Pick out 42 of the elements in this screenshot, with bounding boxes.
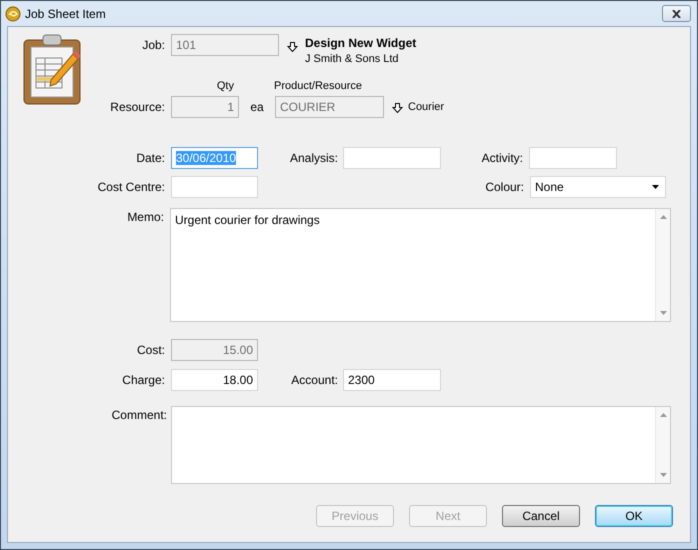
field-label: Cost: <box>136 342 165 359</box>
colour-dropdown[interactable]: None <box>530 176 666 198</box>
input-field[interactable]: 2300 <box>343 369 441 391</box>
app-icon <box>5 6 21 22</box>
job-title: Design New Widget <box>305 36 416 51</box>
field-label: Memo: <box>126 209 164 226</box>
text-area-value[interactable]: Urgent courier for drawings <box>175 213 320 227</box>
field-label: Cost Centre: <box>96 179 165 196</box>
close-button[interactable] <box>662 5 691 22</box>
down-arrow-icon[interactable] <box>392 103 403 113</box>
dialog-button[interactable]: OK <box>595 505 673 527</box>
down-arrow-icon[interactable] <box>287 42 298 52</box>
clipboard-icon <box>23 34 81 105</box>
close-icon <box>672 10 681 18</box>
input-field[interactable] <box>529 147 617 169</box>
field-label: Charge: <box>121 372 165 389</box>
dialog-button[interactable]: Cancel <box>502 505 580 527</box>
column-header: Product/Resource <box>274 78 362 94</box>
caret-icon <box>652 185 659 189</box>
field-label: Job: <box>141 37 165 54</box>
scroll-up-icon[interactable] <box>660 413 666 417</box>
input-field[interactable] <box>171 176 258 198</box>
scroll-down-icon[interactable] <box>660 311 666 315</box>
input-field[interactable] <box>343 147 441 169</box>
window-title: Job Sheet Item <box>25 6 106 22</box>
scroll-up-icon[interactable] <box>660 215 666 219</box>
field-label: Comment: <box>110 407 167 424</box>
field-label: Date: <box>135 150 165 167</box>
input-field[interactable]: 30/06/2010 <box>171 147 258 169</box>
client-name: J Smith & Sons Ltd <box>305 52 400 67</box>
field-label: Resource: <box>109 99 165 116</box>
scroll-down-icon[interactable] <box>660 473 666 477</box>
unit-label: ea <box>249 99 265 116</box>
field-label: Account: <box>290 372 338 389</box>
product-description: Courier <box>408 100 444 115</box>
field-label: Activity: <box>480 150 523 167</box>
input-field[interactable]: 18.00 <box>171 369 258 391</box>
field-label: Colour: <box>484 179 524 196</box>
column-header: Qty <box>216 78 235 94</box>
scrollbar[interactable] <box>655 209 670 321</box>
scrollbar[interactable] <box>655 407 670 483</box>
field-label: Analysis: <box>288 150 338 167</box>
